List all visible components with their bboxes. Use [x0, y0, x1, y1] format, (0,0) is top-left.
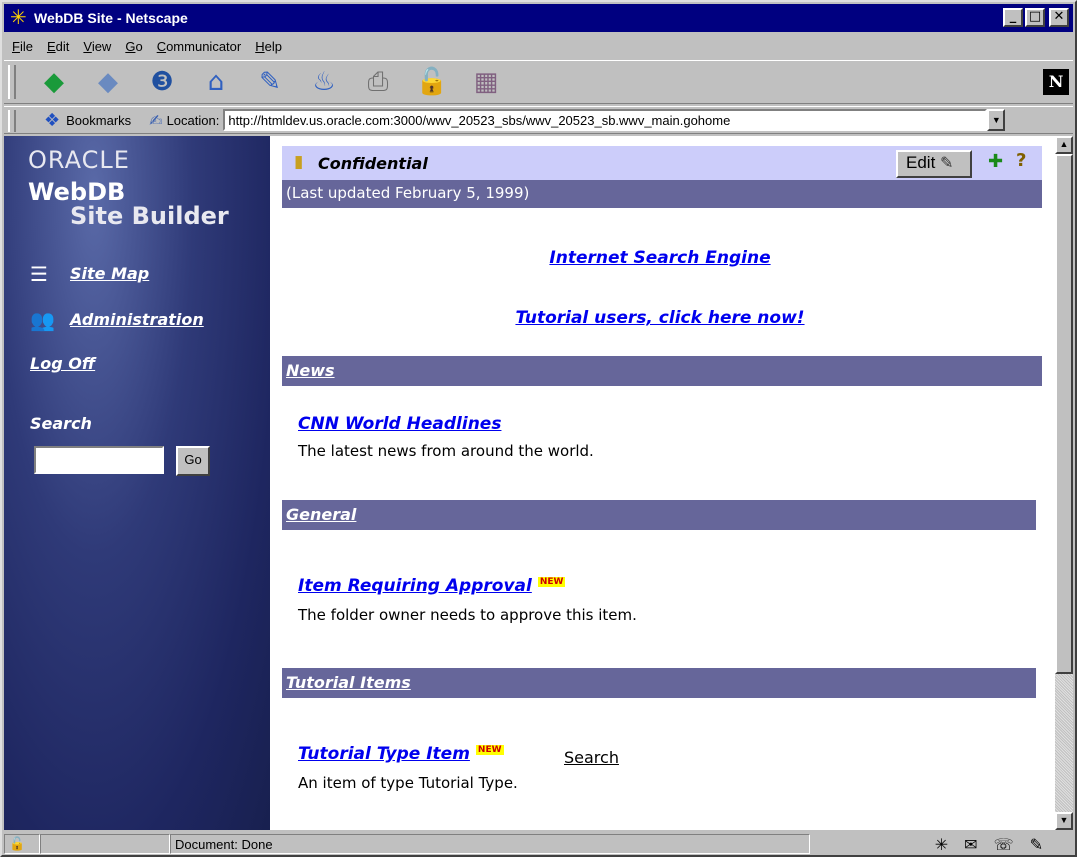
section-news[interactable]: News: [282, 356, 1042, 386]
item-requiring-approval: Item Requiring Approval NEW: [298, 576, 566, 596]
toolbar-grip[interactable]: [8, 65, 16, 99]
security-status-icon[interactable]: 🔓: [4, 834, 40, 854]
progress-cell: [40, 834, 170, 854]
pencil-icon: ✎: [940, 153, 954, 172]
menu-bar: File Edit View Go Communicator Help: [4, 34, 1073, 58]
guide-icon[interactable]: ♨: [304, 64, 344, 100]
netscape-logo[interactable]: N: [1043, 69, 1069, 95]
last-updated: (Last updated February 5, 1999): [282, 180, 1042, 208]
component-bar: ✳ ✉ ☏ ✎: [935, 835, 1073, 854]
scroll-up-button[interactable]: ▲: [1055, 136, 1073, 154]
window-title: WebDB Site - Netscape: [34, 10, 188, 26]
title-bar: WebDB Site - Netscape _ □ ✕: [4, 4, 1073, 32]
new-badge: NEW: [475, 745, 504, 756]
bookmarks-icon[interactable]: ❖: [44, 110, 60, 131]
administration-icon: 👥: [30, 308, 55, 332]
oracle-logo: ORACLE: [28, 146, 130, 174]
folder-title: Confidential: [318, 154, 428, 173]
location-icon: ✍: [149, 110, 163, 130]
edit-label: Edit: [906, 153, 936, 172]
folder-icon: ▮: [294, 152, 304, 172]
back-icon[interactable]: ◆: [34, 64, 74, 100]
edit-button[interactable]: Edit ✎: [896, 150, 972, 178]
stop-icon[interactable]: ▦: [466, 64, 506, 100]
tutorial-users-link[interactable]: Tutorial users, click here now!: [280, 308, 1040, 328]
approval-description: The folder owner needs to approve this i…: [298, 606, 637, 624]
location-label: Location:: [166, 112, 220, 128]
print-icon[interactable]: ⎙: [358, 64, 398, 100]
help-icon[interactable]: ?: [1016, 150, 1026, 171]
cnn-headlines-description: The latest news from around the world.: [298, 442, 594, 460]
home-icon[interactable]: ⌂: [196, 64, 236, 100]
administration-link[interactable]: Administration: [70, 310, 204, 329]
menu-view[interactable]: View: [81, 39, 113, 54]
menu-help[interactable]: Help: [253, 39, 284, 54]
search-input[interactable]: [34, 446, 164, 474]
section-tutorial-items[interactable]: Tutorial Items: [282, 668, 1036, 698]
site-map-link[interactable]: Site Map: [70, 264, 149, 283]
folder-header: ▮ Confidential Edit ✎ ✚ ?: [282, 146, 1042, 180]
new-badge: NEW: [537, 577, 566, 588]
netscape-icon: [10, 5, 30, 29]
reload-icon[interactable]: ❸: [142, 64, 182, 100]
status-text: Document: Done: [170, 834, 810, 854]
cnn-headlines-link[interactable]: CNN World Headlines: [298, 414, 501, 434]
tutorial-type-item: Tutorial Type Item NEW: [298, 744, 504, 764]
main-panel: ▮ Confidential Edit ✎ ✚ ? (Last updated …: [280, 136, 1055, 830]
sidebar: ORACLE WebDB Site Builder ☰ Site Map 👥 A…: [4, 136, 270, 830]
log-off-link[interactable]: Log Off: [30, 354, 95, 373]
composer-icon[interactable]: ✎: [1030, 835, 1043, 854]
location-bar: ❖ Bookmarks ✍ Location: ▼: [4, 106, 1073, 134]
url-input[interactable]: [223, 109, 988, 131]
tutorial-type-item-link[interactable]: Tutorial Type Item: [298, 744, 470, 764]
mail-icon[interactable]: ✉: [964, 835, 977, 854]
item-requiring-approval-link[interactable]: Item Requiring Approval: [298, 576, 532, 596]
navigation-toolbar: ◆ ◆ ❸ ⌂ ✎ ♨ ⎙ 🔓 ▦ N: [4, 60, 1073, 104]
menu-communicator[interactable]: Communicator: [155, 39, 244, 54]
scroll-down-button[interactable]: ▼: [1055, 812, 1073, 830]
discussion-icon[interactable]: ☏: [994, 835, 1014, 854]
go-button[interactable]: Go: [176, 446, 210, 476]
tutorial-search-link[interactable]: Search: [564, 748, 619, 767]
page-content: ORACLE WebDB Site Builder ☰ Site Map 👥 A…: [4, 136, 1055, 830]
internet-search-engine-link[interactable]: Internet Search Engine: [280, 248, 1040, 268]
close-button[interactable]: ✕: [1049, 8, 1069, 27]
tutorial-description: An item of type Tutorial Type.: [298, 774, 518, 792]
minimize-button[interactable]: _: [1003, 8, 1023, 27]
add-item-icon[interactable]: ✚: [988, 151, 1003, 172]
menu-go[interactable]: Go: [123, 39, 144, 54]
section-general[interactable]: General: [282, 500, 1036, 530]
scroll-thumb[interactable]: [1055, 154, 1073, 674]
bookmarks-button[interactable]: Bookmarks: [66, 113, 131, 128]
forward-icon[interactable]: ◆: [88, 64, 128, 100]
status-bar: 🔓 Document: Done ✳ ✉ ☏ ✎: [4, 832, 1073, 856]
url-dropdown-button[interactable]: ▼: [987, 109, 1006, 131]
site-map-icon: ☰: [30, 262, 48, 286]
locbar-grip[interactable]: [8, 110, 16, 132]
browser-window: WebDB Site - Netscape _ □ ✕ File Edit Vi…: [0, 0, 1077, 857]
search-icon[interactable]: ✎: [250, 64, 290, 100]
vertical-scrollbar[interactable]: ▲ ▼: [1055, 136, 1073, 830]
maximize-button[interactable]: □: [1025, 8, 1045, 27]
sitebuilder-logo: Site Builder: [70, 202, 229, 230]
search-label: Search: [30, 414, 92, 433]
window-controls: _ □ ✕: [1003, 8, 1069, 27]
menu-edit[interactable]: Edit: [45, 39, 71, 54]
security-icon[interactable]: 🔓: [412, 64, 452, 100]
navigator-icon[interactable]: ✳: [935, 835, 948, 854]
menu-file[interactable]: File: [10, 39, 35, 54]
